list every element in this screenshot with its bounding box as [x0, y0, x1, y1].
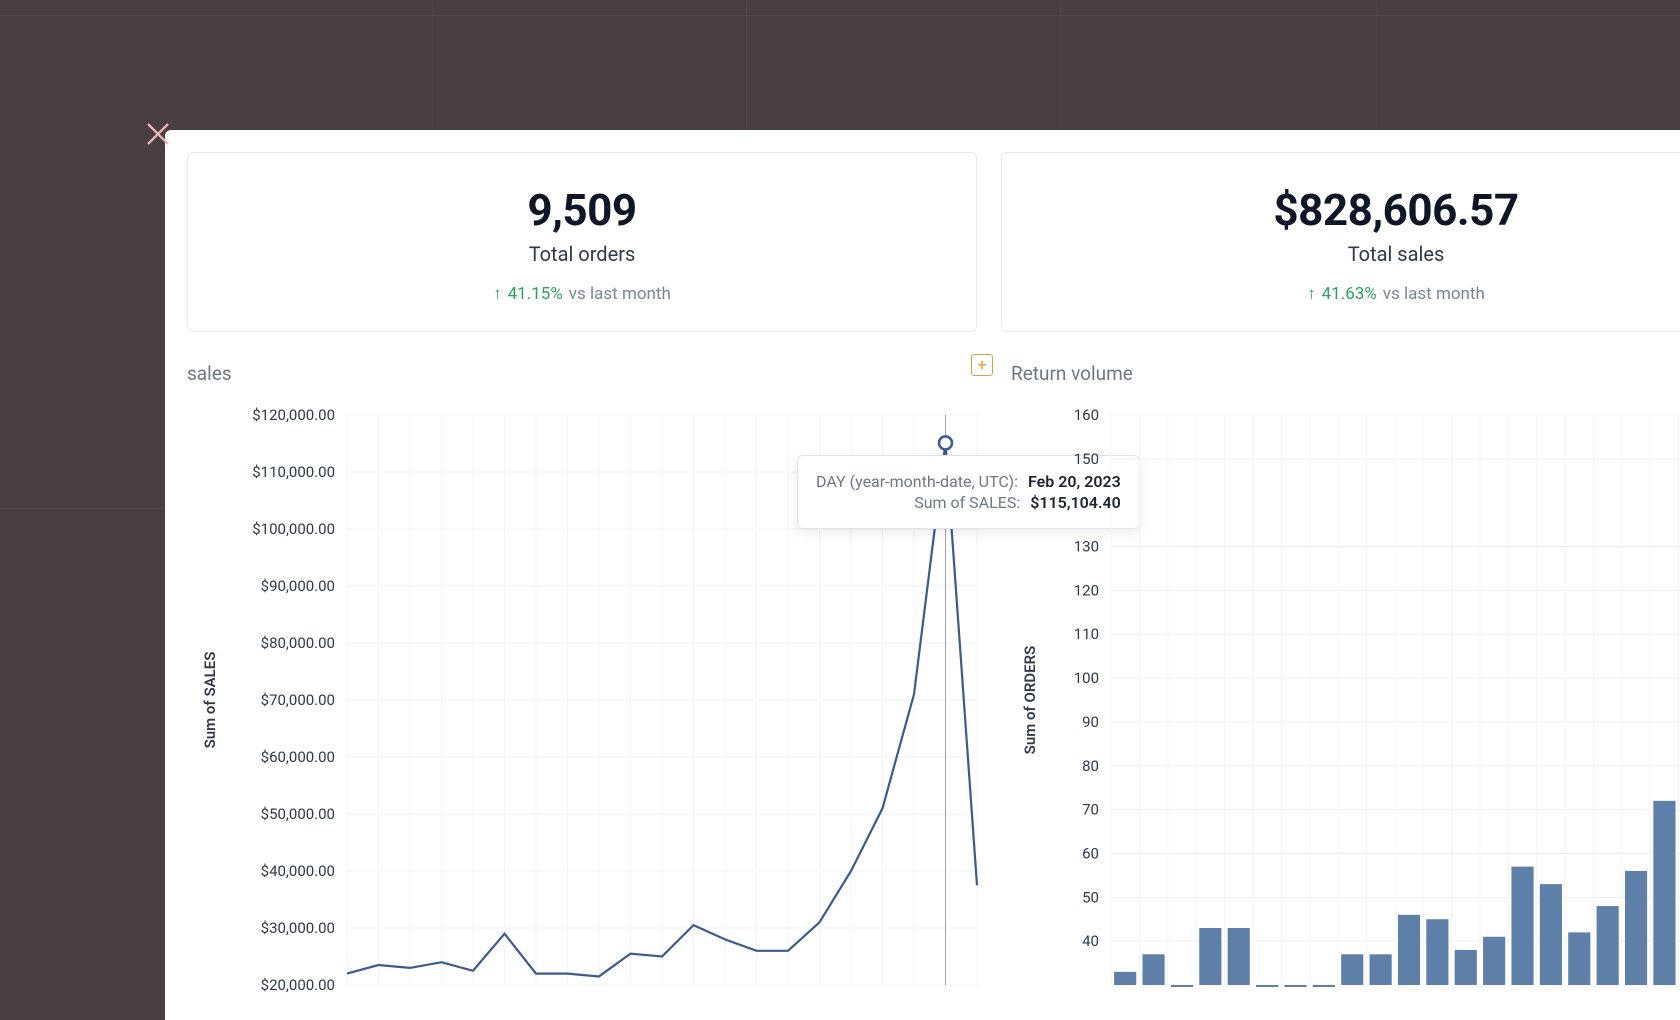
- plus-icon: +: [977, 355, 986, 374]
- sales-chart: sales + $120,000.00$110,000.00$100,000.0…: [187, 362, 987, 995]
- kpi-row: 9,509 Total orders ↑ 41.15% vs last mont…: [187, 152, 1680, 332]
- kpi-label-orders: Total orders: [529, 242, 636, 266]
- svg-text:80: 80: [1082, 757, 1099, 775]
- svg-text:$40,000.00: $40,000.00: [261, 862, 335, 880]
- svg-text:Sum of ORDERS: Sum of ORDERS: [1021, 646, 1039, 755]
- svg-text:$90,000.00: $90,000.00: [261, 577, 335, 595]
- svg-text:$30,000.00: $30,000.00: [261, 919, 335, 937]
- tooltip-day-label: DAY (year-month-date, UTC):: [816, 472, 1018, 491]
- trend-up-icon: ↑: [1307, 284, 1316, 304]
- kpi-value-orders: 9,509: [527, 184, 636, 236]
- svg-text:$50,000.00: $50,000.00: [261, 805, 335, 823]
- kpi-card-orders[interactable]: 9,509 Total orders ↑ 41.15% vs last mont…: [187, 152, 977, 332]
- kpi-delta-pct: 41.63%: [1322, 284, 1377, 304]
- svg-text:100: 100: [1074, 669, 1099, 687]
- svg-text:$80,000.00: $80,000.00: [261, 634, 335, 652]
- svg-text:50: 50: [1082, 888, 1099, 906]
- kpi-label-sales: Total sales: [1348, 242, 1445, 266]
- svg-text:Sum of SALES: Sum of SALES: [201, 652, 219, 749]
- close-icon[interactable]: [144, 120, 172, 148]
- svg-text:$100,000.00: $100,000.00: [252, 520, 335, 538]
- kpi-value-sales: $828,606.57: [1273, 184, 1518, 236]
- kpi-delta-pct: 41.15%: [508, 284, 563, 304]
- kpi-delta-sales: ↑ 41.63% vs last month: [1307, 284, 1485, 304]
- svg-text:110: 110: [1074, 625, 1099, 643]
- sales-chart-area[interactable]: $120,000.00 $110,000.00 $100,000.00 $90,000…: [187, 395, 987, 995]
- svg-text:40: 40: [1082, 932, 1099, 950]
- chart-title-returns: Return volume: [1011, 362, 1680, 385]
- svg-text:130: 130: [1074, 538, 1099, 556]
- add-chart-button[interactable]: +: [971, 354, 993, 376]
- svg-text:90: 90: [1082, 713, 1099, 731]
- returns-chart-area[interactable]: 160 150 130 120 110 100 90 80 70 60 50 40 Sum of ORD…: [1011, 395, 1680, 995]
- returns-chart: Return volume 160 150 130 120 110 100 90 80 70 60…: [1011, 362, 1680, 995]
- kpi-delta-vs: vs last month: [569, 284, 671, 304]
- svg-text:160: 160: [1074, 406, 1099, 424]
- svg-text:$60,000.00: $60,000.00: [261, 748, 335, 766]
- dashboard-panel: 9,509 Total orders ↑ 41.15% vs last mont…: [165, 130, 1680, 1020]
- kpi-delta-orders: ↑ 41.15% vs last month: [493, 284, 671, 304]
- svg-text:$20,000.00: $20,000.00: [261, 976, 335, 994]
- svg-text:60: 60: [1082, 844, 1099, 862]
- trend-up-icon: ↑: [493, 284, 502, 304]
- charts-row: sales + $120,000.00$110,000.00$100,000.0…: [187, 362, 1680, 995]
- svg-text:$110,000.00: $110,000.00: [252, 463, 335, 481]
- kpi-card-sales[interactable]: $828,606.57 Total sales ↑ 41.63% vs last…: [1001, 152, 1680, 332]
- svg-text:$70,000.00: $70,000.00: [261, 691, 335, 709]
- svg-text:70: 70: [1082, 801, 1099, 819]
- svg-text:120: 120: [1074, 581, 1099, 599]
- tooltip-sum-label: Sum of SALES:: [914, 493, 1020, 512]
- chart-title-sales: sales: [187, 362, 987, 385]
- svg-text:150: 150: [1074, 450, 1099, 468]
- svg-text:$120,000.00: $120,000.00: [252, 406, 335, 424]
- kpi-delta-vs: vs last month: [1383, 284, 1485, 304]
